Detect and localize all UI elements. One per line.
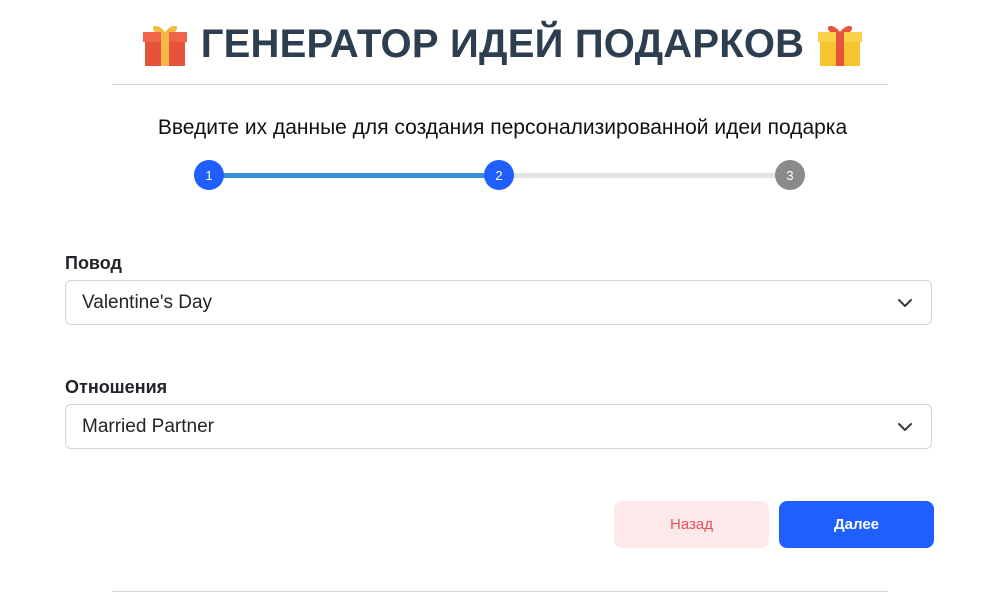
- occasion-label: Повод: [65, 253, 122, 273]
- bottom-divider: [112, 591, 888, 592]
- occasion-select[interactable]: Valentine's Day: [65, 280, 932, 325]
- back-button[interactable]: Назад: [614, 501, 769, 548]
- chevron-down-icon: [898, 299, 912, 307]
- progress-stepper: 1 2 3: [194, 160, 806, 190]
- step-3-indicator: 3: [775, 160, 805, 190]
- step-1-indicator: 1: [194, 160, 224, 190]
- relationship-select[interactable]: Married Partner: [65, 404, 932, 449]
- subtitle: Введите их данные для создания персонали…: [157, 116, 848, 139]
- page-title: ГЕНЕРАТОР ИДЕЙ ПОДАРКОВ: [200, 21, 805, 66]
- stepper-track-fill: [209, 173, 499, 178]
- top-divider: [112, 84, 888, 85]
- header: ГЕНЕРАТОР ИДЕЙ ПОДАРКОВ: [0, 16, 1005, 72]
- gift-generator-page: ГЕНЕРАТОР ИДЕЙ ПОДАРКОВ Введите их данны…: [0, 0, 1005, 597]
- relationship-label: Отношения: [65, 377, 168, 397]
- gift-icon: [141, 20, 189, 68]
- chevron-down-icon: [898, 423, 912, 431]
- relationship-select-value: Married Partner: [82, 415, 214, 437]
- next-button[interactable]: Далее: [779, 501, 934, 548]
- step-2-indicator: 2: [484, 160, 514, 190]
- gift-icon: [816, 20, 864, 68]
- occasion-select-value: Valentine's Day: [82, 291, 213, 313]
